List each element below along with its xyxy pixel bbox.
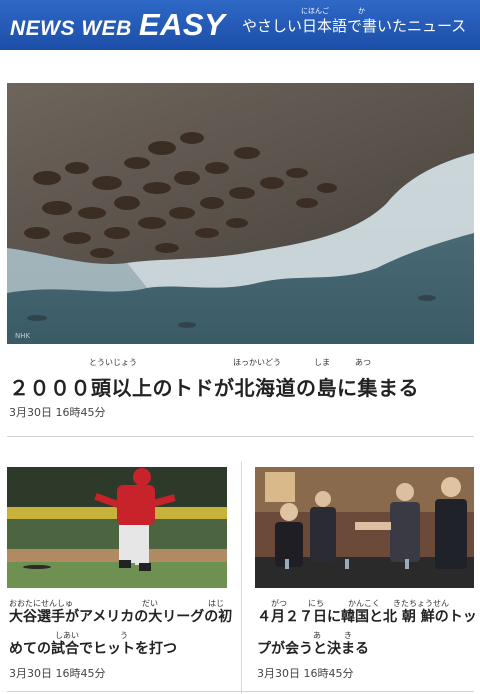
- divider: [7, 691, 474, 692]
- title-ruby: はじ: [208, 599, 224, 608]
- article-image[interactable]: [7, 467, 227, 588]
- divider: [7, 436, 474, 437]
- title-ruby: しあい: [55, 631, 79, 640]
- logo-easy: EASY: [138, 7, 226, 42]
- tagline-ruby: にほんご: [301, 7, 329, 15]
- article-date: 3月30日 16時45分: [9, 667, 106, 680]
- site-header: NEWS WEB EASY にほんご か やさしい日本語で書いたニュース: [0, 0, 480, 50]
- title-ruby: しま: [314, 358, 330, 367]
- article-image[interactable]: [255, 467, 474, 588]
- tagline-ruby: か: [358, 7, 365, 15]
- title-ruby: きたちょうせん: [393, 599, 449, 608]
- site-logo[interactable]: NEWS WEB EASY: [10, 7, 225, 43]
- title-ruby: にち: [308, 599, 324, 608]
- article-title-line[interactable]: ４月２７日に韓国と北 朝 鮮のトッ: [257, 610, 477, 624]
- title-ruby: あ: [313, 631, 321, 640]
- column-divider: [241, 462, 242, 694]
- title-ruby: とういじょう: [89, 358, 137, 367]
- title-ruby: だい: [142, 599, 158, 608]
- hero-article-title[interactable]: ２０００頭以上のトドが北海道の島に集まる: [9, 372, 419, 401]
- logo-news-web: NEWS WEB: [10, 17, 132, 40]
- nhk-watermark: NHK: [15, 332, 31, 340]
- article-title-line[interactable]: めての試合でヒットを打つ: [9, 642, 177, 656]
- article-date: 3月30日 16時45分: [9, 406, 106, 419]
- title-ruby: おおたにせんしゅ: [9, 599, 73, 608]
- title-ruby: あつ: [355, 358, 371, 367]
- article-date: 3月30日 16時45分: [257, 667, 354, 680]
- title-ruby: ほっかいどう: [233, 358, 281, 367]
- site-tagline: にほんご か やさしい日本語で書いたニュース: [242, 8, 466, 34]
- hero-article-image[interactable]: NHK: [7, 83, 474, 344]
- title-ruby: う: [120, 631, 128, 640]
- article-title-line[interactable]: 大谷選手がアメリカの大リーグの初: [9, 610, 232, 624]
- tagline-text: やさしい日本語で書いたニュース: [242, 17, 467, 35]
- article-title-line[interactable]: プが会うと決まる: [257, 642, 369, 656]
- title-ruby: き: [344, 631, 352, 640]
- title-ruby: かんこく: [348, 599, 380, 608]
- title-ruby: がつ: [271, 599, 287, 608]
